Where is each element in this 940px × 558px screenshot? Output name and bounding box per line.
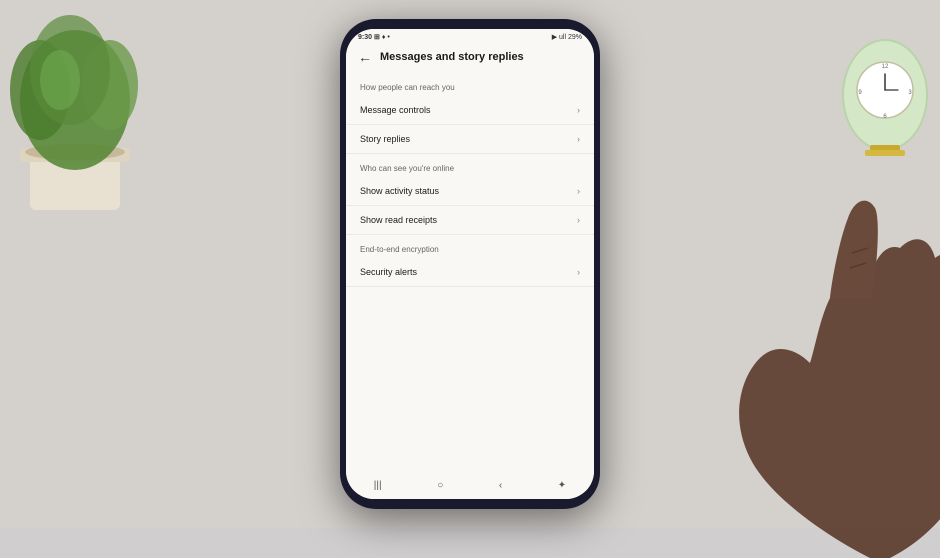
plant-decoration <box>0 0 190 210</box>
chevron-icon: › <box>577 105 580 115</box>
svg-text:12: 12 <box>882 64 889 70</box>
status-left: 9:30 ⊞ ♦ • <box>358 33 390 41</box>
read-receipts-item[interactable]: Show read receipts › <box>346 206 594 235</box>
chevron-icon: › <box>577 186 580 196</box>
chevron-icon: › <box>577 267 580 277</box>
activity-status-label: Show activity status <box>360 186 439 196</box>
security-alerts-item[interactable]: Security alerts › <box>346 258 594 287</box>
status-right: ▶ ull 29% <box>552 33 582 41</box>
phone: 9:30 ⊞ ♦ • ▶ ull 29% ← Messages and stor… <box>340 19 600 509</box>
top-bar: ← Messages and story replies <box>346 43 594 73</box>
story-replies-label: Story replies <box>360 134 410 144</box>
section-label-encryption: End-to-end encryption <box>346 235 594 258</box>
nav-assist-icon[interactable]: ✦ <box>558 480 566 491</box>
read-receipts-label: Show read receipts <box>360 215 437 225</box>
status-signal: ▶ ull 29% <box>552 33 582 41</box>
settings-content: How people can reach you Message control… <box>346 73 594 474</box>
section-label-online: Who can see you're online <box>346 154 594 177</box>
story-replies-item[interactable]: Story replies › <box>346 125 594 154</box>
status-bar: 9:30 ⊞ ♦ • ▶ ull 29% <box>346 29 594 43</box>
page-title: Messages and story replies <box>380 51 524 63</box>
activity-status-item[interactable]: Show activity status › <box>346 177 594 206</box>
chevron-icon: › <box>577 215 580 225</box>
chevron-icon: › <box>577 134 580 144</box>
section-label-reach: How people can reach you <box>346 73 594 96</box>
back-button[interactable]: ← <box>358 49 372 65</box>
status-time: 9:30 <box>358 34 372 41</box>
phone-screen: 9:30 ⊞ ♦ • ▶ ull 29% ← Messages and stor… <box>346 29 594 499</box>
clock-decoration: 12 3 6 9 <box>810 0 940 190</box>
status-icons: ⊞ ♦ • <box>374 33 390 41</box>
nav-back-icon[interactable]: ‹ <box>499 480 502 491</box>
message-controls-item[interactable]: Message controls › <box>346 96 594 125</box>
nav-bar: ||| ○ ‹ ✦ <box>346 474 594 499</box>
nav-recent-apps-icon[interactable]: ||| <box>374 480 382 491</box>
security-alerts-label: Security alerts <box>360 267 417 277</box>
message-controls-label: Message controls <box>360 105 431 115</box>
nav-home-icon[interactable]: ○ <box>437 480 443 491</box>
